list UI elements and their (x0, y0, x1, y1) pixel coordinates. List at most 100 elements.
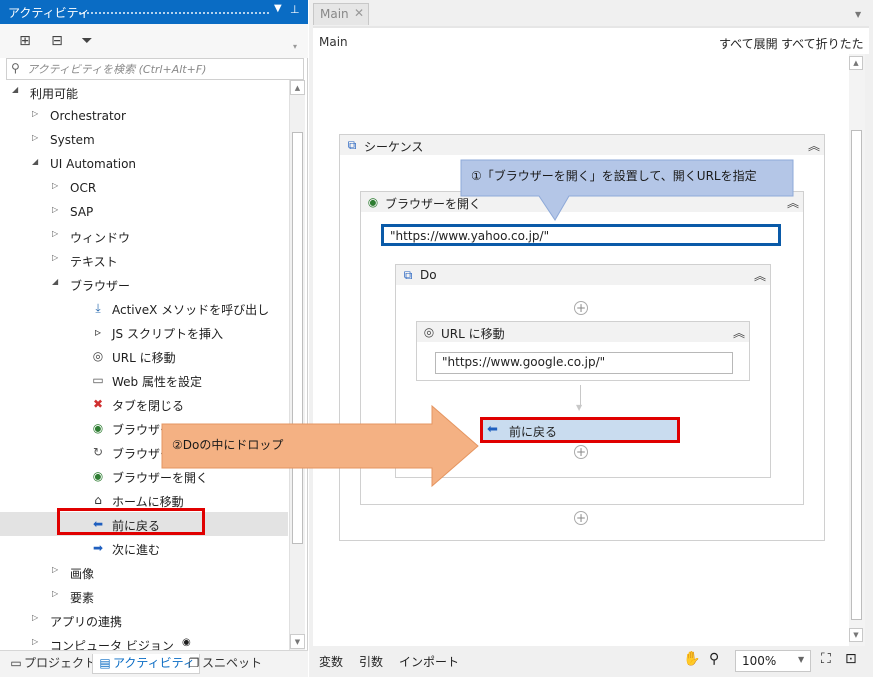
chevron-down-icon[interactable]: ▼ (855, 10, 861, 19)
collapse-icon[interactable]: ︽ (754, 267, 766, 284)
dropped-activity-label: 前に戻る (509, 425, 558, 439)
collapse-icon[interactable]: ︽ (808, 137, 820, 154)
navigate-url-input[interactable]: "https://www.google.co.jp/" (435, 352, 733, 374)
tab-label: プロジェクト (24, 656, 97, 670)
collapsed-arrow-icon[interactable]: ▷ (52, 181, 58, 190)
expand-all-icon[interactable]: ⊞ (16, 32, 34, 50)
tab-snippets[interactable]: ❐ スニペット (186, 654, 262, 674)
close-tab-icon: ✖ (92, 397, 104, 411)
dropdown-icon[interactable]: ▼ (274, 3, 282, 14)
imports-tab[interactable]: インポート (399, 653, 459, 670)
attribute-icon: ▭ (92, 373, 104, 387)
home-icon: ⌂ (94, 493, 102, 507)
forward-arrow-icon: ➡ (92, 541, 104, 555)
tree-item[interactable]: ▷ System (0, 128, 288, 152)
tree-item[interactable]: ▷ コンピュータ ビジョン ◉ (0, 632, 288, 650)
zoom-select[interactable]: 100% ▼ (735, 650, 811, 672)
tree-item-label: 次に進む (112, 543, 161, 557)
filter-icon[interactable]: ⏷ (78, 32, 96, 50)
overview-icon[interactable]: ⊡ (845, 651, 857, 667)
url-input[interactable]: "https://www.yahoo.co.jp/" (381, 224, 781, 246)
globe-icon: ◉ (92, 421, 104, 435)
tab-main[interactable]: Main ✕ (313, 3, 369, 25)
collapsed-arrow-icon[interactable]: ▷ (52, 589, 58, 598)
expand-all-link[interactable]: すべて展開 (719, 35, 778, 52)
tree-item-label: OCR (70, 181, 97, 195)
tree-item[interactable]: ▷ Orchestrator (0, 104, 288, 128)
zoom-icon[interactable]: ⚲ (709, 651, 719, 667)
collapsed-arrow-icon[interactable]: ▷ (32, 109, 38, 118)
search-icon: ⚲ (11, 61, 20, 75)
add-activity-icon[interactable]: + (574, 301, 588, 315)
tree-item[interactable]: ▷ ウィンドウ (0, 224, 288, 248)
callout-1-text: ①「ブラウザーを開く」を設置して、開くURLを指定 (471, 169, 757, 183)
breadcrumb[interactable]: Main (319, 35, 348, 49)
expanded-arrow-icon[interactable]: ◢ (32, 157, 38, 166)
add-activity-icon[interactable]: + (574, 445, 588, 459)
dropped-go-back-activity[interactable]: ⬅ 前に戻る (480, 417, 680, 443)
tree-scrollbar[interactable]: ▲ ▼ (289, 80, 305, 650)
refresh-icon: ↻ (92, 445, 104, 459)
collapsed-arrow-icon[interactable]: ▷ (52, 565, 58, 574)
navigate-to-activity[interactable]: ◎ URL に移動 ︽ "https://www.google.co.jp/" (416, 321, 750, 381)
tree-item[interactable]: ➡ 次に進む (0, 536, 288, 560)
tree-item[interactable]: ◢ UI Automation (0, 152, 288, 176)
tree-item[interactable]: ◢ ブラウザー (0, 272, 288, 296)
tree-item-label: UI Automation (50, 157, 137, 171)
tree-item[interactable]: ▷ OCR (0, 176, 288, 200)
overflow-icon[interactable]: ▾ (293, 42, 297, 51)
scroll-down-icon[interactable]: ▼ (290, 634, 305, 649)
close-icon[interactable]: ✕ (354, 6, 364, 20)
tree-item[interactable]: ▷ 要素 (0, 584, 288, 608)
workflow-canvas[interactable]: ⧉ シーケンス ︽ ◉ ブラウザーを開く ︽ "https://www.yaho… (313, 54, 849, 646)
scroll-up-icon[interactable]: ▲ (290, 80, 305, 95)
terminal-icon: ▹ (94, 325, 102, 339)
tree-item-label: URL に移動 (112, 351, 176, 365)
arguments-tab[interactable]: 引数 (359, 653, 383, 670)
expanded-arrow-icon[interactable]: ◢ (52, 277, 58, 286)
fit-to-screen-icon[interactable]: ⛶ (821, 651, 831, 667)
expanded-arrow-icon[interactable]: ◢ (12, 85, 18, 94)
panel-grip[interactable] (78, 11, 270, 15)
hand-icon[interactable]: ✋ (683, 651, 700, 667)
collapse-icon[interactable]: ︽ (733, 324, 745, 341)
snippets-icon: ❐ (188, 656, 200, 670)
search-input[interactable] (27, 61, 299, 77)
collapsed-arrow-icon[interactable]: ▷ (52, 229, 58, 238)
scroll-thumb[interactable] (851, 130, 862, 620)
sequence-header: ⧉ シーケンス ︽ (340, 135, 824, 155)
collapsed-arrow-icon[interactable]: ▷ (52, 253, 58, 262)
compass-icon: ◎ (423, 325, 435, 339)
navigate-to-header: ◎ URL に移動 ︽ (417, 322, 749, 342)
variables-tab[interactable]: 変数 (319, 653, 343, 670)
collapsed-arrow-icon[interactable]: ▷ (32, 637, 38, 646)
tree-item[interactable]: ◢ 利用可能 (0, 80, 288, 104)
tree-item[interactable]: ▷ テキスト (0, 248, 288, 272)
pin-icon[interactable]: ⊥ (290, 3, 300, 16)
tree-item-label: 画像 (70, 567, 95, 581)
scroll-down-icon[interactable]: ▼ (849, 628, 863, 642)
tree-item-label: 利用可能 (30, 87, 79, 101)
tree-item[interactable]: ▭ Web 属性を設定 (0, 368, 288, 392)
navigate-to-title: URL に移動 (441, 327, 505, 341)
tree-item[interactable]: ▷ SAP (0, 200, 288, 224)
collapsed-arrow-icon[interactable]: ▷ (52, 205, 58, 214)
selected-activity-highlight (57, 508, 205, 535)
tab-activities[interactable]: ▤ アクティビティ (92, 654, 200, 674)
tree-item[interactable]: ▷ 画像 (0, 560, 288, 584)
tree-item[interactable]: ▷ アプリの連携 (0, 608, 288, 632)
collapsed-arrow-icon[interactable]: ▷ (32, 613, 38, 622)
collapsed-arrow-icon[interactable]: ▷ (32, 133, 38, 142)
download-arrow-icon: ⤓ (95, 301, 101, 315)
designer-area: Main ✕ ▼ Main すべて展開 すべて折りたたみ ⧉ シーケンス ︽ ◉… (309, 0, 873, 677)
tree-item-label: Web 属性を設定 (112, 375, 202, 389)
collapse-all-icon[interactable]: ⊟ (48, 32, 66, 50)
scroll-up-icon[interactable]: ▲ (849, 56, 863, 70)
tree-item[interactable]: ⤓ ActiveX メソッドを呼び出し (0, 296, 288, 320)
tree-item[interactable]: ▹ JS スクリプトを挿入 (0, 320, 288, 344)
tree-item[interactable]: ◎ URL に移動 (0, 344, 288, 368)
tab-project[interactable]: ▭ プロジェクト (8, 654, 96, 674)
compass-icon: ◎ (92, 349, 104, 363)
canvas-scrollbar[interactable]: ▲ ▼ (849, 54, 865, 646)
add-activity-icon[interactable]: + (574, 511, 588, 525)
